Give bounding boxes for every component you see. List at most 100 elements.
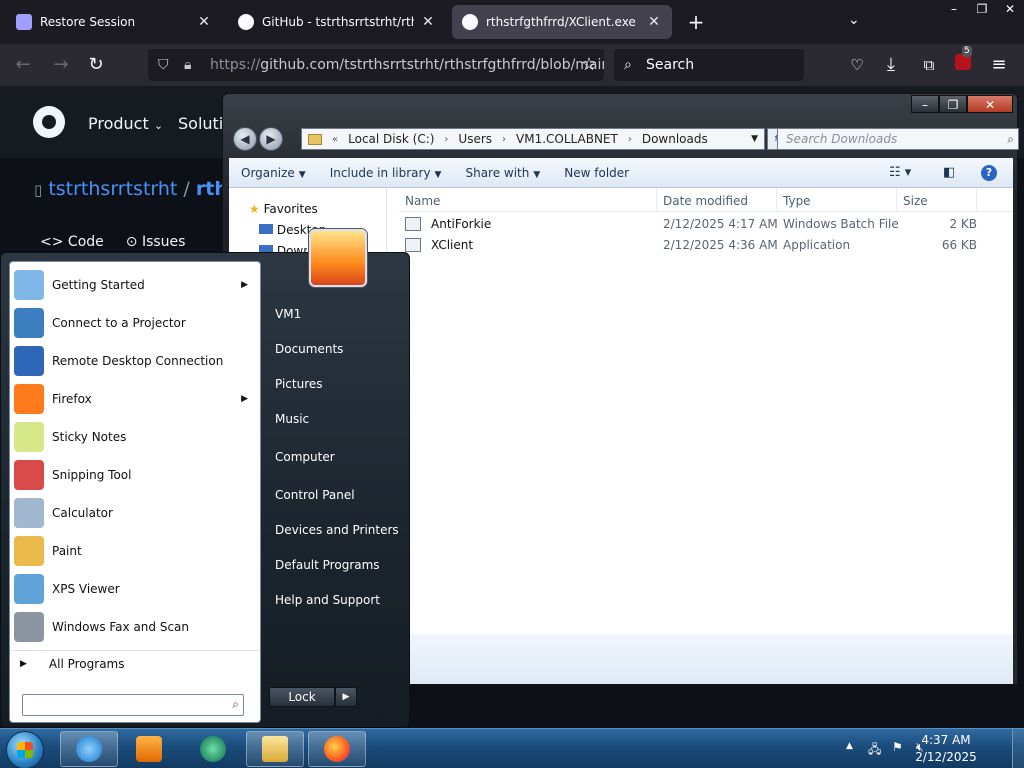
preview-pane-icon[interactable]: ◧ (943, 165, 955, 180)
taskbar-firefox[interactable] (308, 731, 366, 767)
downloads-icon[interactable]: ⤓ (880, 54, 902, 76)
taskbar-media-player[interactable] (120, 731, 178, 767)
start-program-item[interactable]: Connect to a Projector (10, 304, 260, 342)
start-program-item[interactable]: XPS Viewer (10, 570, 260, 608)
column-size[interactable]: Size (897, 188, 977, 211)
clock[interactable]: 4:37 AM 2/12/2025 (906, 732, 986, 766)
close-tab-icon[interactable]: ✕ (646, 14, 662, 30)
list-all-tabs-button[interactable]: ⌄ (848, 12, 860, 28)
tab-code[interactable]: <> Code (40, 234, 104, 250)
start-program-item[interactable]: Sticky Notes (10, 418, 260, 456)
url-bar[interactable]: ⛉ 🔒︎ https://github.com/tstrthsrrtstrht/… (148, 49, 604, 81)
start-program-item[interactable]: Windows Fax and Scan (10, 608, 260, 646)
show-hidden-icons[interactable]: ▲ (846, 741, 853, 751)
crumb-vm1[interactable]: VM1.COLLABNET (516, 132, 618, 146)
file-type: Windows Batch File (783, 217, 899, 231)
new-folder-button[interactable]: New folder (552, 166, 641, 180)
view-options-icon[interactable]: ☷ ▾ (889, 165, 911, 180)
explorer-minimize-button[interactable]: – (911, 95, 939, 113)
start-link-pictures[interactable]: Pictures (275, 377, 323, 391)
column-type[interactable]: Type (777, 188, 897, 211)
tab-restore-session[interactable]: Restore Session ✕ (6, 5, 222, 39)
crumb-users[interactable]: Users (458, 132, 492, 146)
program-label: Sticky Notes (52, 430, 127, 444)
start-search-input[interactable]: ⌕ (22, 694, 244, 716)
start-link-computer[interactable]: Computer (275, 450, 335, 464)
start-link-vm1[interactable]: VM1 (275, 307, 301, 321)
action-center-flag-icon[interactable]: ⚑ (892, 740, 903, 754)
menu-icon[interactable]: ≡ (988, 54, 1010, 76)
submenu-arrow-icon[interactable]: ▶ (241, 280, 248, 290)
shield-icon[interactable]: ⛉ (158, 49, 169, 81)
start-program-item[interactable]: Getting Started ▶ (10, 266, 260, 304)
chevron-right-icon[interactable]: › (628, 134, 632, 145)
help-icon[interactable]: ? (981, 164, 997, 181)
start-program-item[interactable]: Remote Desktop Connection (10, 342, 260, 380)
chevron-down-icon[interactable]: ▼ (751, 134, 758, 144)
chevron-right-icon[interactable]: › (444, 134, 448, 145)
file-row[interactable]: XClient 2/12/2025 4:36 AM Application 66… (399, 235, 1013, 255)
back-icon[interactable]: ◀ (233, 127, 257, 151)
show-desktop-button[interactable] (1012, 729, 1024, 768)
share-with-button[interactable]: Share with ▼ (453, 166, 552, 180)
repo-owner-link[interactable]: tstrthsrrtstrht (48, 178, 177, 200)
start-link-devices-and-printers[interactable]: Devices and Printers (275, 523, 399, 537)
taskbar-internet-explorer[interactable] (60, 731, 118, 767)
extensions-icon[interactable]: ⧉ (918, 54, 940, 76)
restore-icon[interactable]: ❐ (968, 0, 996, 20)
overflow-chevron-icon[interactable]: « (332, 134, 338, 145)
taskbar-app[interactable] (184, 731, 242, 767)
user-picture-icon[interactable] (309, 229, 367, 287)
start-button[interactable] (6, 731, 44, 768)
bookmark-star-icon[interactable]: ☆ (578, 54, 600, 76)
ublock-icon[interactable]: 5 (952, 46, 974, 76)
firefox-tab-bar: Restore Session ✕ GitHub - tstrthsrrtstr… (0, 0, 1024, 44)
start-program-item[interactable]: Calculator (10, 494, 260, 532)
start-link-control-panel[interactable]: Control Panel (275, 488, 355, 502)
start-program-item[interactable]: Firefox ▶ (10, 380, 260, 418)
start-link-help-and-support[interactable]: Help and Support (275, 593, 380, 607)
column-date-modified[interactable]: Date modified (657, 188, 777, 211)
column-name[interactable]: Name (399, 188, 657, 211)
explorer-close-button[interactable]: ✕ (967, 95, 1013, 113)
organize-button[interactable]: Organize ▼ (229, 166, 318, 180)
back-icon[interactable]: ← (12, 54, 34, 76)
close-icon[interactable]: ✕ (996, 0, 1024, 20)
tab-issues[interactable]: ⊙ Issues (126, 234, 186, 250)
tab-github-repo[interactable]: GitHub - tstrthsrrtstrht/rthstrfgthfrrd … (228, 5, 446, 39)
crumb-local-disk[interactable]: Local Disk (C:) (348, 132, 434, 146)
lock-button[interactable]: Lock (269, 687, 335, 707)
reload-icon[interactable]: ↻ (85, 54, 107, 76)
tab-xclient[interactable]: rthstrfgthfrrd/XClient.exe at main ✕ (452, 5, 672, 39)
include-in-library-button[interactable]: Include in library ▼ (318, 166, 454, 180)
shutdown-options-button[interactable]: ▶ (335, 687, 357, 707)
pocket-icon[interactable]: ♡ (846, 54, 868, 76)
crumb-downloads[interactable]: Downloads (642, 132, 708, 146)
file-row[interactable]: AntiForkie 2/12/2025 4:17 AM Windows Bat… (399, 214, 1013, 234)
lock-icon[interactable]: 🔒︎ (184, 49, 191, 81)
start-link-default-programs[interactable]: Default Programs (275, 558, 380, 572)
firefox-icon (14, 384, 44, 414)
forward-icon[interactable]: ▶ (259, 127, 283, 151)
start-program-item[interactable]: Snipping Tool (10, 456, 260, 494)
search-downloads-input[interactable]: Search Downloads ⌕ (777, 128, 1019, 150)
start-program-item[interactable]: Paint (10, 532, 260, 570)
submenu-arrow-icon[interactable]: ▶ (241, 394, 248, 404)
minimize-icon[interactable]: – (940, 0, 968, 20)
search-bar[interactable]: ⌕ Search (614, 49, 804, 81)
nav-favorites[interactable]: ★ Favorites (249, 202, 318, 216)
nav-product[interactable]: Product ⌄ (88, 114, 163, 133)
close-tab-icon[interactable]: ✕ (420, 14, 436, 30)
new-tab-button[interactable]: + (684, 10, 708, 34)
forward-icon[interactable]: → (50, 54, 72, 76)
address-bar[interactable]: « Local Disk (C:) › Users › VM1.COLLABNE… (301, 128, 765, 150)
start-link-documents[interactable]: Documents (275, 342, 343, 356)
start-link-music[interactable]: Music (275, 412, 309, 426)
taskbar-explorer[interactable] (246, 731, 304, 767)
close-tab-icon[interactable]: ✕ (196, 14, 212, 30)
chevron-right-icon[interactable]: › (502, 134, 506, 145)
all-programs-button[interactable]: ▶ All Programs (10, 650, 260, 676)
explorer-maximize-button[interactable]: ❐ (939, 95, 967, 113)
network-icon[interactable]: 🖧︎ (868, 740, 881, 761)
github-logo-icon[interactable] (33, 106, 65, 138)
